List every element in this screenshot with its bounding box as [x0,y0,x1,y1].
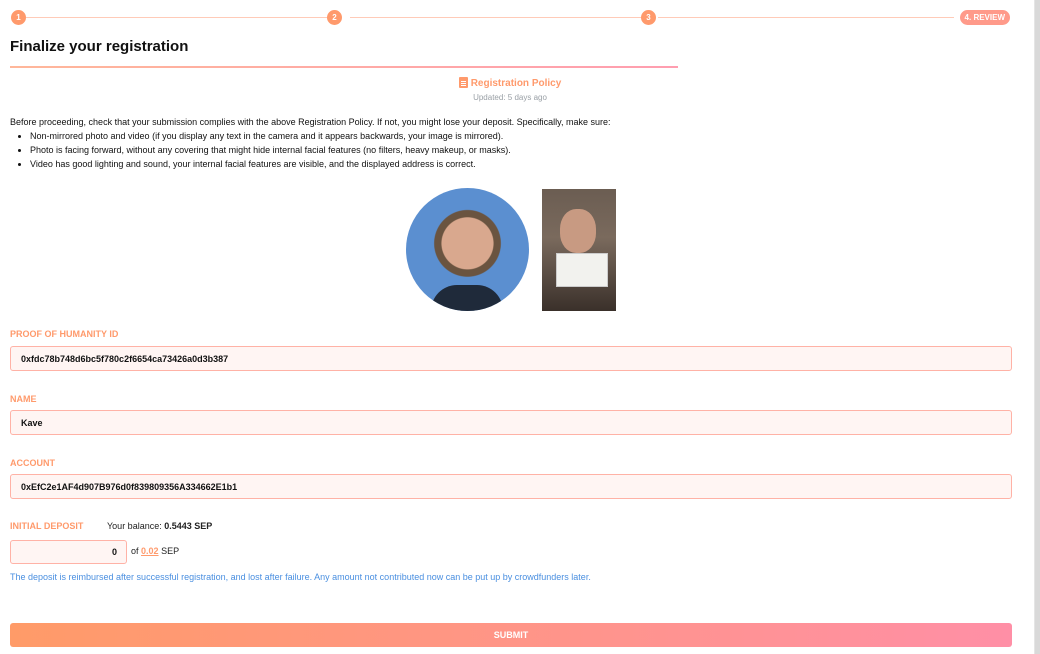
registration-stepper: 1 2 3 4. REVIEW [10,9,1010,27]
list-item: Video has good lighting and sound, your … [30,157,1010,171]
step-4-review-indicator: 4. REVIEW [959,10,1010,25]
poh-id-field: 0xfdc78b748d6bc5f780c2f6654ca73426a0d3b3… [10,346,1012,371]
step-2-indicator[interactable]: 2 [327,10,342,25]
submission-instructions: Before proceeding, check that your submi… [10,115,1010,171]
deposit-requirement: of 0.02 SEP [131,546,179,556]
balance-value: 0.5443 SEP [164,521,213,531]
registration-policy-label: Registration Policy [470,78,562,89]
deposit-note: The deposit is reimbursed after successf… [10,572,591,582]
account-field: 0xEfC2e1AF4d907B976d0f839809356A334662E1… [10,474,1012,499]
stepper-connector [350,17,642,18]
stepper-connector [26,17,334,18]
balance-prefix: Your balance: [107,521,162,531]
balance-display: Your balance: 0.5443 SEP [107,521,212,531]
instructions-list: Non-mirrored photo and video (if you dis… [30,129,1010,171]
name-field: Kave [10,410,1012,435]
list-item: Non-mirrored photo and video (if you dis… [30,129,1010,143]
deposit-unit: SEP [161,546,180,556]
page-title: Finalize your registration [10,38,189,55]
step-3-indicator[interactable]: 3 [641,10,656,25]
required-deposit-link[interactable]: 0.02 [141,546,159,556]
name-label: Name [10,394,37,404]
poh-id-label: Proof of Humanity ID [10,329,119,339]
verification-video-thumbnail[interactable] [542,189,616,311]
registration-policy-link[interactable]: Registration Policy [0,77,1020,89]
instructions-intro: Before proceeding, check that your submi… [10,117,611,127]
stepper-connector [658,17,954,18]
account-label: Account [10,458,55,468]
title-underline [10,66,678,68]
policy-updated-text: Updated: 5 days ago [473,93,547,102]
submit-button[interactable]: Submit [10,623,1012,647]
step-1-indicator[interactable]: 1 [11,10,26,25]
document-icon [458,77,468,88]
initial-deposit-label: Initial Deposit [10,521,84,531]
scrollbar-thumb[interactable] [1035,0,1040,654]
deposit-of-prefix: of [131,546,139,556]
deposit-amount-input[interactable]: 0 [10,540,127,564]
list-item: Photo is facing forward, without any cov… [30,143,1010,157]
profile-photo[interactable] [406,188,529,311]
